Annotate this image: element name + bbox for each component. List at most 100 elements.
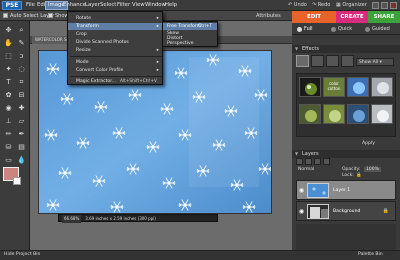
tab-edit[interactable]: EDIT: [292, 11, 336, 23]
menu-item-free-transform[interactable]: Free Transform Ctrl+T: [163, 23, 217, 30]
menu-item-magic-extractor[interactable]: Magic Extractor... Alt+Shift+Ctrl+V: [68, 78, 162, 85]
adjustment-layer-icon[interactable]: [314, 158, 321, 165]
marquee-tool-icon[interactable]: ⬚: [3, 51, 14, 62]
pencil-tool-icon[interactable]: ✏: [3, 129, 14, 140]
blend-mode-select[interactable]: Normal: [298, 167, 314, 172]
show-bounding-checkbox[interactable]: [48, 13, 53, 18]
lasso-tool-icon[interactable]: ↄ: [16, 51, 27, 62]
gradient-tool-icon[interactable]: ▤: [16, 142, 27, 153]
menu-item-mode[interactable]: Mode ▸: [68, 59, 162, 66]
effect-thumbnail[interactable]: [299, 77, 321, 97]
menu-bar: PSE File Edit Image Enhance Layer Select…: [0, 0, 400, 11]
new-layer-icon[interactable]: [296, 158, 303, 165]
undo-button[interactable]: ↶ Undo: [288, 1, 307, 10]
menu-shortcut: Ctrl+T: [198, 24, 212, 29]
attributes-label: Attributes: [256, 13, 281, 19]
apply-effect-button[interactable]: Apply: [362, 140, 375, 148]
magic-wand-tool-icon[interactable]: ✦: [3, 64, 14, 75]
effect-thumbnail[interactable]: color cotton: [323, 77, 345, 97]
effect-thumbnail[interactable]: [371, 77, 393, 97]
minimize-icon[interactable]: [372, 2, 379, 9]
submenu-arrow-icon: ▸: [156, 16, 159, 21]
menu-help[interactable]: Help: [163, 1, 179, 10]
redo-button[interactable]: ↷ Redo: [312, 1, 330, 10]
undo-label: Undo: [293, 2, 307, 8]
crop-tool-icon[interactable]: ⌗: [16, 77, 27, 88]
delete-layer-icon[interactable]: [323, 158, 330, 165]
layer-options: Normal Opacity: 100% Lock: 🔒: [296, 167, 396, 179]
photo-effects-tab-icon[interactable]: [326, 55, 339, 67]
layer-name: Background: [333, 209, 361, 214]
effect-thumbnail[interactable]: [323, 104, 345, 124]
menu-item-perspective[interactable]: Perspective: [163, 40, 217, 47]
effect-thumbnail[interactable]: [299, 104, 321, 124]
auto-select-checkbox[interactable]: [3, 13, 8, 18]
effect-thumbnail[interactable]: [347, 77, 369, 97]
hand-tool-icon[interactable]: ✋: [3, 38, 14, 49]
eye-icon[interactable]: ◉: [298, 187, 305, 194]
menu-item-transform[interactable]: Transform ▸: [68, 23, 162, 30]
palette-bin-button[interactable]: Palette Bin: [358, 250, 383, 260]
all-effects-tab-icon[interactable]: [341, 55, 354, 67]
menu-item-label: Resize: [76, 48, 91, 53]
menu-item-label: Crop: [76, 32, 87, 37]
menu-item-divide-scanned-photos[interactable]: Divide Scanned Photos: [68, 39, 162, 46]
red-eye-tool-icon[interactable]: ◉: [3, 103, 14, 114]
layer-thumbnail-image: [310, 207, 328, 218]
eye-icon[interactable]: ◉: [298, 208, 305, 215]
background-color-swatch[interactable]: [13, 177, 21, 185]
straighten-tool-icon[interactable]: ⊟: [16, 90, 27, 101]
effects-filter-dropdown[interactable]: Show All ▾: [356, 58, 394, 66]
close-icon[interactable]: [390, 2, 397, 9]
menu-item-label: Transform: [76, 24, 99, 29]
effect-label: color cotton: [327, 81, 341, 91]
menu-item-resize[interactable]: Resize ▸: [68, 47, 162, 54]
quick-mode-icon: [331, 27, 336, 32]
mode-quick-label: Quick: [338, 26, 353, 32]
effects-panel-header[interactable]: ▼ Effects: [292, 45, 400, 53]
tab-share[interactable]: SHARE: [368, 11, 400, 23]
effect-preview-icon: [377, 110, 389, 122]
transform-submenu: Free Transform Ctrl+T Skew Distort Perspe…: [162, 21, 218, 47]
hide-project-bin-button[interactable]: Hide Project Bin: [4, 250, 40, 260]
layer-name: Layer 1: [333, 188, 351, 193]
opacity-input[interactable]: 100%: [364, 167, 381, 172]
blur-tool-icon[interactable]: 💧: [16, 155, 27, 166]
lock-icon: 🔒: [382, 208, 389, 214]
layers-panel-header[interactable]: ▼ Layers: [292, 150, 400, 158]
shape-tool-icon[interactable]: ▭: [3, 155, 14, 166]
menu-item-rotate[interactable]: Rotate ▸: [68, 15, 162, 22]
lock-icon[interactable]: 🔒: [356, 173, 362, 178]
organizer-button[interactable]: ▦ Organizer: [336, 1, 367, 10]
effect-preview-icon: [353, 82, 365, 94]
mode-full[interactable]: Full: [296, 24, 313, 34]
menu-item-convert-color-profile[interactable]: Convert Color Profile ▸: [68, 67, 162, 74]
layer-row-layer-1[interactable]: ◉ Layer 1: [296, 180, 396, 200]
brush-tool-icon[interactable]: ✒: [16, 129, 27, 140]
clone-stamp-tool-icon[interactable]: ⊥: [3, 116, 14, 127]
zoom-level[interactable]: 66.68%: [62, 215, 82, 223]
mode-guided[interactable]: Guided: [364, 24, 390, 34]
move-tool-icon[interactable]: ✥: [3, 25, 14, 36]
menu-item-crop[interactable]: Crop: [68, 31, 162, 38]
type-tool-icon[interactable]: T: [3, 77, 14, 88]
new-group-icon[interactable]: [305, 158, 312, 165]
maximize-icon[interactable]: [381, 2, 388, 9]
effect-thumbnail[interactable]: [371, 104, 393, 124]
eraser-tool-icon[interactable]: ▱: [16, 116, 27, 127]
paint-bucket-tool-icon[interactable]: ⛁: [3, 142, 14, 153]
mode-quick[interactable]: Quick: [330, 24, 352, 34]
layer-row-background[interactable]: ◉ Background 🔒: [296, 201, 396, 221]
tab-create[interactable]: CREATE: [336, 11, 368, 23]
lock-label: Lock:: [342, 173, 354, 178]
effect-thumbnail[interactable]: [347, 104, 369, 124]
healing-brush-tool-icon[interactable]: ✚: [16, 103, 27, 114]
zoom-tool-icon[interactable]: ⌕: [16, 25, 27, 36]
layer-styles-tab-icon[interactable]: [311, 55, 324, 67]
filters-tab-icon[interactable]: [296, 55, 309, 67]
redo-icon: ↷: [312, 2, 317, 8]
quick-selection-tool-icon[interactable]: ◌: [16, 64, 27, 75]
collapse-triangle-icon: ▼: [295, 151, 299, 156]
cookie-cutter-tool-icon[interactable]: ✿: [3, 90, 14, 101]
eyedropper-tool-icon[interactable]: ✎: [16, 38, 27, 49]
